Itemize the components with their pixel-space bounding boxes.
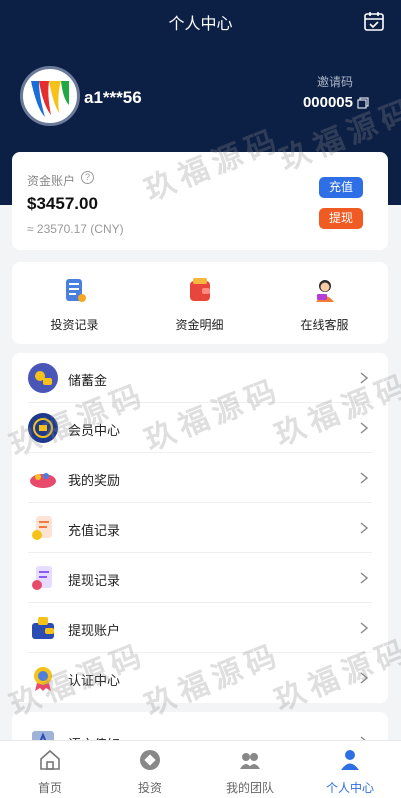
withdraw-record-icon xyxy=(32,566,52,590)
team-icon xyxy=(240,753,260,769)
scroll-icon xyxy=(66,279,86,302)
chevron-right-icon xyxy=(360,422,368,434)
savings-icon xyxy=(28,363,58,393)
balance-cny: ≈ 23570.17 (CNY) xyxy=(27,222,124,236)
tab-label: 我的团队 xyxy=(225,781,274,795)
vip-badge-icon xyxy=(28,413,58,443)
help-icon[interactable]: ? xyxy=(81,171,94,184)
chevron-right-icon xyxy=(360,472,368,484)
account-label: 资金账户 xyxy=(27,174,76,188)
menu-label: 认证中心 xyxy=(68,673,121,688)
invite-code: 000005 xyxy=(302,94,353,111)
quick-investment-records[interactable]: 投资记录 xyxy=(12,262,137,344)
withdraw-button[interactable]: 提现 xyxy=(319,208,363,229)
recharge-button[interactable]: 充值 xyxy=(319,177,363,198)
tab-invest[interactable]: 投资 xyxy=(100,741,200,798)
invite-code-label: 邀请码 xyxy=(316,75,353,89)
quick-fund-details[interactable]: 资金明细 xyxy=(137,262,262,344)
support-agent-icon xyxy=(316,280,334,302)
menu-item-withdraw-records[interactable]: 提现记录 xyxy=(12,553,388,603)
menu-item-rewards[interactable]: 我的奖励 xyxy=(12,453,388,503)
menu-list: 储蓄金 会员中心 我的奖励 充值记录 提现记录 提现账户 认证中心 xyxy=(12,353,388,703)
menu-item-vip[interactable]: 会员中心 xyxy=(12,403,388,453)
chevron-right-icon xyxy=(360,622,368,634)
menu-label: 充值记录 xyxy=(68,523,121,538)
account-card: 资金账户 ? $3457.00 ≈ 23570.17 (CNY) 充值 提现 xyxy=(12,152,388,250)
tab-label: 投资 xyxy=(137,781,162,795)
balance-amount: $3457.00 xyxy=(27,194,98,213)
tab-home[interactable]: 首页 xyxy=(0,741,100,798)
chevron-right-icon xyxy=(360,522,368,534)
username: a1***56 xyxy=(84,88,142,107)
menu-item-certification[interactable]: 认证中心 xyxy=(12,653,388,703)
avatar[interactable] xyxy=(20,66,80,126)
avatar-logo-icon xyxy=(31,81,69,117)
recharge-record-icon xyxy=(32,516,52,540)
quick-label: 投资记录 xyxy=(50,318,99,332)
menu-item-withdraw-account[interactable]: 提现账户 xyxy=(12,603,388,653)
quick-label: 在线客服 xyxy=(300,318,349,332)
chevron-right-icon xyxy=(360,672,368,684)
home-icon xyxy=(40,749,60,770)
withdraw-account-icon xyxy=(32,617,54,639)
menu-item-savings[interactable]: 储蓄金 xyxy=(12,353,388,403)
copy-icon[interactable] xyxy=(357,97,369,109)
certification-icon xyxy=(34,667,52,691)
menu-label: 我的奖励 xyxy=(68,473,121,488)
quick-actions: 投资记录 资金明细 在线客服 xyxy=(12,262,388,344)
menu-label: 储蓄金 xyxy=(68,373,108,388)
quick-label: 资金明细 xyxy=(175,318,224,332)
quick-online-support[interactable]: 在线客服 xyxy=(262,262,387,344)
tab-profile[interactable]: 个人中心 xyxy=(300,741,400,798)
invest-icon xyxy=(140,750,160,770)
menu-label: 会员中心 xyxy=(68,423,121,438)
tab-label: 首页 xyxy=(37,781,62,795)
calendar-check-icon[interactable] xyxy=(363,10,385,32)
chevron-right-icon xyxy=(360,572,368,584)
chevron-right-icon xyxy=(360,372,368,384)
profile-icon xyxy=(341,750,359,770)
bottom-tab-bar: 首页 投资 我的团队 个人中心 xyxy=(0,740,401,798)
menu-item-recharge-records[interactable]: 充值记录 xyxy=(12,503,388,553)
menu-label: 提现账户 xyxy=(68,623,121,638)
tab-label: 个人中心 xyxy=(325,781,374,795)
page-title: 个人中心 xyxy=(168,16,233,33)
menu-label: 提现记录 xyxy=(68,573,121,588)
reward-icon xyxy=(30,473,56,488)
tab-team[interactable]: 我的团队 xyxy=(200,741,300,798)
wallet-icon xyxy=(190,278,210,301)
